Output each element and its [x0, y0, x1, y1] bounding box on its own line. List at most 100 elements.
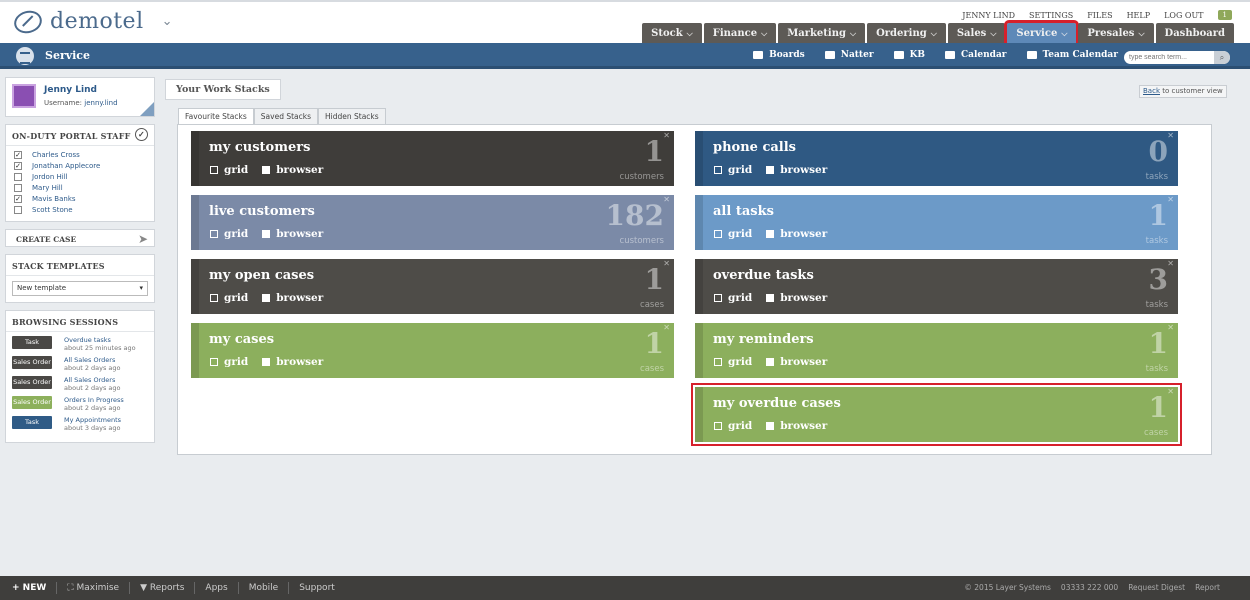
- grid-checkbox[interactable]: [714, 294, 722, 302]
- profile-corner-icon[interactable]: [140, 102, 154, 116]
- nav-tab-service[interactable]: Service ⌵: [1004, 20, 1080, 47]
- tab-saved-stacks[interactable]: Saved Stacks: [253, 108, 319, 125]
- stack-title[interactable]: my overdue cases: [713, 396, 841, 411]
- notification-badge[interactable]: 1: [1217, 10, 1232, 20]
- create-case-button[interactable]: CREATE CASE ➤: [5, 229, 155, 247]
- browser-checkbox[interactable]: [262, 358, 271, 366]
- stack-card-phone-calls[interactable]: phone calls grid browser 0 tasks ✕: [695, 131, 1178, 186]
- stack-title[interactable]: my cases: [209, 332, 274, 347]
- boards-link[interactable]: Boards: [753, 50, 805, 60]
- new-button[interactable]: + NEW: [12, 583, 46, 593]
- staff-name[interactable]: Scott Stone: [32, 206, 73, 214]
- stack-card-my-reminders[interactable]: my reminders grid browser 1 tasks ✕: [695, 323, 1178, 378]
- close-icon[interactable]: ✕: [663, 131, 670, 140]
- staff-checkbox[interactable]: ✓: [14, 194, 22, 203]
- stack-title[interactable]: all tasks: [713, 204, 774, 219]
- close-icon[interactable]: ✕: [663, 259, 670, 268]
- report-link[interactable]: Report: [1195, 583, 1220, 592]
- staff-checkbox[interactable]: ✓: [14, 150, 22, 159]
- grid-option[interactable]: grid: [210, 292, 248, 304]
- reports-button[interactable]: ▼ Reports: [140, 583, 184, 593]
- session-title[interactable]: Orders In Progress: [64, 396, 124, 404]
- grid-option[interactable]: grid: [210, 356, 248, 368]
- browser-option[interactable]: browser: [766, 292, 827, 304]
- grid-checkbox[interactable]: [714, 358, 722, 366]
- search-input[interactable]: [1129, 54, 1209, 61]
- staff-name[interactable]: Mary Hill: [32, 184, 63, 192]
- stack-card-live-customers[interactable]: live customers grid browser 182 customers ✕: [191, 195, 674, 250]
- nav-tab-finance[interactable]: Finance ⌵: [703, 23, 777, 44]
- user-link[interactable]: JENNY LIND: [962, 11, 1015, 20]
- close-icon[interactable]: ✕: [663, 195, 670, 204]
- request-digest-link[interactable]: Request Digest: [1128, 583, 1185, 592]
- browser-checkbox[interactable]: [766, 294, 775, 302]
- stack-title[interactable]: live customers: [209, 204, 315, 219]
- grid-option[interactable]: grid: [714, 164, 752, 176]
- nav-tab-stock[interactable]: Stock ⌵: [642, 23, 702, 44]
- stack-title[interactable]: overdue tasks: [713, 268, 814, 283]
- help-link[interactable]: HELP: [1127, 11, 1151, 20]
- staff-name[interactable]: Charles Cross: [32, 151, 80, 159]
- grid-checkbox[interactable]: [210, 294, 218, 302]
- session-item[interactable]: Task My Appointments about 3 days ago: [12, 416, 148, 432]
- stack-card-all-tasks[interactable]: all tasks grid browser 1 tasks ✕: [695, 195, 1178, 250]
- grid-checkbox[interactable]: [714, 230, 722, 238]
- session-item[interactable]: Sales Order All Sales Orders about 2 days …: [12, 356, 148, 372]
- grid-option[interactable]: grid: [714, 356, 752, 368]
- close-icon[interactable]: ✕: [1167, 323, 1174, 332]
- team-calendar-link[interactable]: Team Calendar: [1026, 50, 1118, 60]
- nav-tab-dashboard[interactable]: Dashboard: [1155, 23, 1234, 44]
- browser-checkbox[interactable]: [766, 166, 775, 174]
- stack-card-my-overdue-cases[interactable]: my overdue cases grid browser 1 cases ✕: [691, 383, 1182, 446]
- calendar-link[interactable]: Calendar: [945, 50, 1007, 60]
- staff-name[interactable]: Jordon Hill: [32, 173, 68, 181]
- maximise-button[interactable]: ⛶ Maximise: [67, 583, 119, 593]
- close-icon[interactable]: ✕: [1167, 259, 1174, 268]
- browser-checkbox[interactable]: [262, 230, 271, 238]
- tab-favourite-stacks[interactable]: Favourite Stacks: [178, 108, 254, 125]
- brand-logo[interactable]: demotel ⌄: [11, 7, 173, 36]
- browser-option[interactable]: browser: [262, 228, 323, 240]
- grid-checkbox[interactable]: [210, 230, 218, 238]
- files-link[interactable]: FILES: [1087, 11, 1112, 20]
- session-title[interactable]: All Sales Orders: [64, 376, 121, 384]
- nav-tab-marketing[interactable]: Marketing ⌵: [778, 23, 866, 44]
- template-select[interactable]: New template ▾: [12, 281, 148, 296]
- mobile-link[interactable]: Mobile: [249, 583, 279, 593]
- support-link[interactable]: Support: [299, 583, 335, 593]
- nav-tab-presales[interactable]: Presales ⌵: [1078, 23, 1154, 44]
- nav-tab-ordering[interactable]: Ordering ⌵: [867, 23, 946, 44]
- browser-option[interactable]: browser: [766, 164, 827, 176]
- stack-title[interactable]: phone calls: [713, 140, 796, 155]
- staff-name[interactable]: Mavis Banks: [32, 195, 76, 203]
- avatar[interactable]: [12, 84, 36, 108]
- staff-checkbox[interactable]: [14, 205, 22, 214]
- grid-option[interactable]: grid: [714, 420, 752, 432]
- session-title[interactable]: All Sales Orders: [64, 356, 121, 364]
- close-icon[interactable]: ✕: [1167, 195, 1174, 204]
- nav-tab-sales[interactable]: Sales ⌵: [947, 23, 1006, 44]
- close-icon[interactable]: ✕: [663, 323, 670, 332]
- browser-option[interactable]: browser: [766, 356, 827, 368]
- session-item[interactable]: Sales Order Orders In Progress about 2 day…: [12, 396, 148, 412]
- session-item[interactable]: Task Overdue tasks about 25 minutes ago: [12, 336, 148, 352]
- browser-option[interactable]: browser: [262, 164, 323, 176]
- staff-name[interactable]: Jonathan Applecore: [32, 162, 100, 170]
- grid-option[interactable]: grid: [210, 228, 248, 240]
- kb-link[interactable]: KB: [893, 50, 925, 60]
- profile-name[interactable]: Jenny Lind: [44, 85, 97, 95]
- grid-option[interactable]: grid: [210, 164, 248, 176]
- close-icon[interactable]: ✕: [1167, 131, 1174, 140]
- browser-checkbox[interactable]: [262, 294, 271, 302]
- settings-link[interactable]: SETTINGS: [1029, 11, 1073, 20]
- chevron-down-icon[interactable]: ⌄: [162, 14, 173, 29]
- stack-title[interactable]: my reminders: [713, 332, 814, 347]
- browser-option[interactable]: browser: [766, 228, 827, 240]
- browser-checkbox[interactable]: [766, 422, 775, 430]
- back-to-customer-view[interactable]: Back to customer view: [1139, 85, 1227, 98]
- stack-card-my-open-cases[interactable]: my open cases grid browser 1 cases ✕: [191, 259, 674, 314]
- grid-checkbox[interactable]: [210, 358, 218, 366]
- logout-link[interactable]: LOG OUT: [1164, 11, 1203, 20]
- check-circle-icon[interactable]: ✓: [135, 128, 148, 141]
- staff-checkbox[interactable]: [14, 172, 22, 181]
